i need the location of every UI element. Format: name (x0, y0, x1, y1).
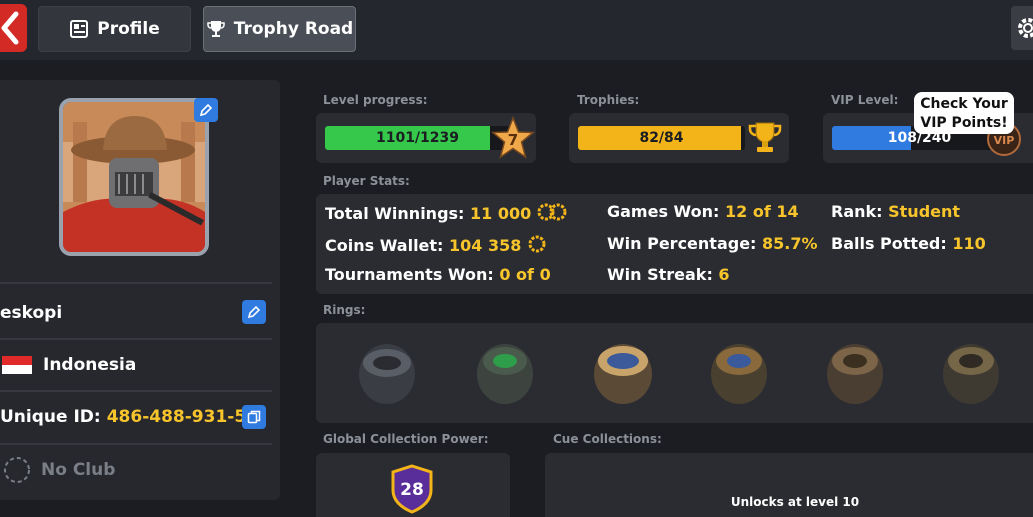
back-button[interactable] (0, 4, 27, 52)
trophy-icon (207, 21, 225, 37)
rank-value: Student (888, 202, 961, 221)
tournaments-won-value: 0 of 0 (499, 265, 551, 284)
collection-power-value: 28 (400, 480, 424, 500)
cue-collections-label: Cue Collections: (553, 432, 662, 446)
trophies-label: Trophies: (577, 93, 640, 107)
win-percentage-label: Win Percentage: (607, 234, 757, 253)
tab-profile-label: Profile (97, 19, 160, 39)
divider (0, 282, 272, 284)
games-won: Games Won: 12 of 14 (607, 202, 799, 221)
cue-unlock-text: Unlocks at level 10 (730, 495, 860, 509)
country-row: Indonesia (2, 340, 274, 390)
coins-wallet-value: 104 358 (449, 236, 522, 255)
avatar[interactable] (59, 98, 209, 256)
collection-power-card[interactable]: 28 (316, 453, 510, 517)
rank-label: Rank: (831, 202, 883, 221)
level-progress-bar: 1101/1239 (325, 126, 510, 150)
win-percentage: Win Percentage: 85.7% (607, 234, 818, 253)
tournaments-won-label: Tournaments Won: (325, 265, 494, 284)
club-row[interactable]: No Club (3, 445, 275, 495)
rings-card[interactable] (316, 323, 1033, 423)
unique-id-label: Unique ID: (0, 407, 101, 427)
level-number: 7 (508, 131, 518, 149)
games-won-value: 12 of 14 (724, 202, 799, 221)
country-name: Indonesia (43, 355, 137, 375)
tooltip-line1: Check Your (920, 96, 1008, 112)
profile-panel: eskopi Indonesia Unique ID: 486-488-931-… (0, 80, 280, 500)
trophies-text: 82/84 (639, 130, 684, 146)
coins-wallet: Coins Wallet: 104 358 (325, 234, 547, 255)
win-streak: Win Streak: 6 (607, 265, 730, 284)
balls-potted-value: 110 (952, 234, 986, 253)
ring-icon[interactable] (354, 337, 420, 407)
copy-icon (247, 410, 261, 424)
coins-wallet-label: Coins Wallet: (325, 236, 444, 255)
tooltip-line2: VIP Points! (920, 115, 1008, 131)
balls-potted-label: Balls Potted: (831, 234, 947, 253)
chevron-left-icon (1, 11, 19, 45)
ring-icon[interactable] (938, 337, 1004, 407)
level-star-icon: 7 (491, 116, 535, 159)
level-progress-card[interactable]: 1101/1239 7 (316, 113, 536, 163)
copy-id-button[interactable] (242, 405, 266, 429)
win-streak-value: 6 (718, 265, 730, 284)
level-progress-text: 1101/1239 (375, 130, 460, 146)
edit-avatar-button[interactable] (194, 98, 218, 122)
tournaments-won: Tournaments Won: 0 of 0 (325, 265, 551, 284)
cue-collections-card[interactable]: Unlocks at level 10 (545, 453, 1033, 517)
win-streak-label: Win Streak: (607, 265, 713, 284)
total-winnings: Total Winnings: 11 000 (325, 202, 569, 223)
collection-power-badge: 28 (391, 464, 433, 514)
club-placeholder-icon (4, 457, 30, 483)
pencil-icon (247, 305, 261, 319)
total-winnings-value: 11 000 (470, 204, 532, 223)
gear-icon (1018, 18, 1033, 38)
coins-icon (537, 203, 567, 221)
ring-icon[interactable] (472, 337, 538, 407)
games-won-label: Games Won: (607, 202, 720, 221)
vip-level-label: VIP Level: (831, 93, 899, 107)
level-progress-label: Level progress: (323, 93, 428, 107)
ring-icon[interactable] (706, 337, 772, 407)
trophy-icon (748, 122, 782, 152)
player-stats-label: Player Stats: (323, 174, 410, 188)
vip-badge-text: VIP (994, 134, 1015, 147)
ring-icon[interactable] (590, 337, 656, 407)
trophies-card[interactable]: 82/84 (569, 113, 789, 163)
pencil-icon (199, 103, 213, 117)
coin-icon (528, 235, 546, 253)
unique-id-value: 486-488-931-5 (106, 407, 247, 427)
username-row: eskopi (0, 288, 272, 338)
settings-button[interactable] (1011, 6, 1033, 50)
ring-icon[interactable] (822, 337, 888, 407)
edit-username-button[interactable] (242, 300, 266, 324)
rank: Rank: Student (831, 202, 960, 221)
tab-trophy-road[interactable]: Trophy Road (203, 6, 356, 52)
balls-potted: Balls Potted: 110 (831, 234, 986, 253)
tab-trophy-road-label: Trophy Road (233, 19, 354, 39)
trophies-bar: 82/84 (578, 126, 745, 150)
avatar-illustration (63, 102, 205, 252)
win-percentage-value: 85.7% (762, 234, 818, 253)
username: eskopi (0, 303, 63, 323)
total-winnings-label: Total Winnings: (325, 204, 465, 223)
tab-profile[interactable]: Profile (38, 6, 191, 52)
vip-points-tooltip[interactable]: Check Your VIP Points! (914, 92, 1014, 134)
top-bar: Profile Trophy Road (0, 0, 1033, 60)
club-name: No Club (41, 460, 116, 480)
rings-label: Rings: (323, 303, 366, 317)
indonesia-flag-icon (2, 356, 32, 374)
profile-card-icon (70, 20, 89, 38)
unique-id-row: Unique ID: 486-488-931-5 (0, 392, 272, 442)
collection-power-label: Global Collection Power: (323, 432, 489, 446)
